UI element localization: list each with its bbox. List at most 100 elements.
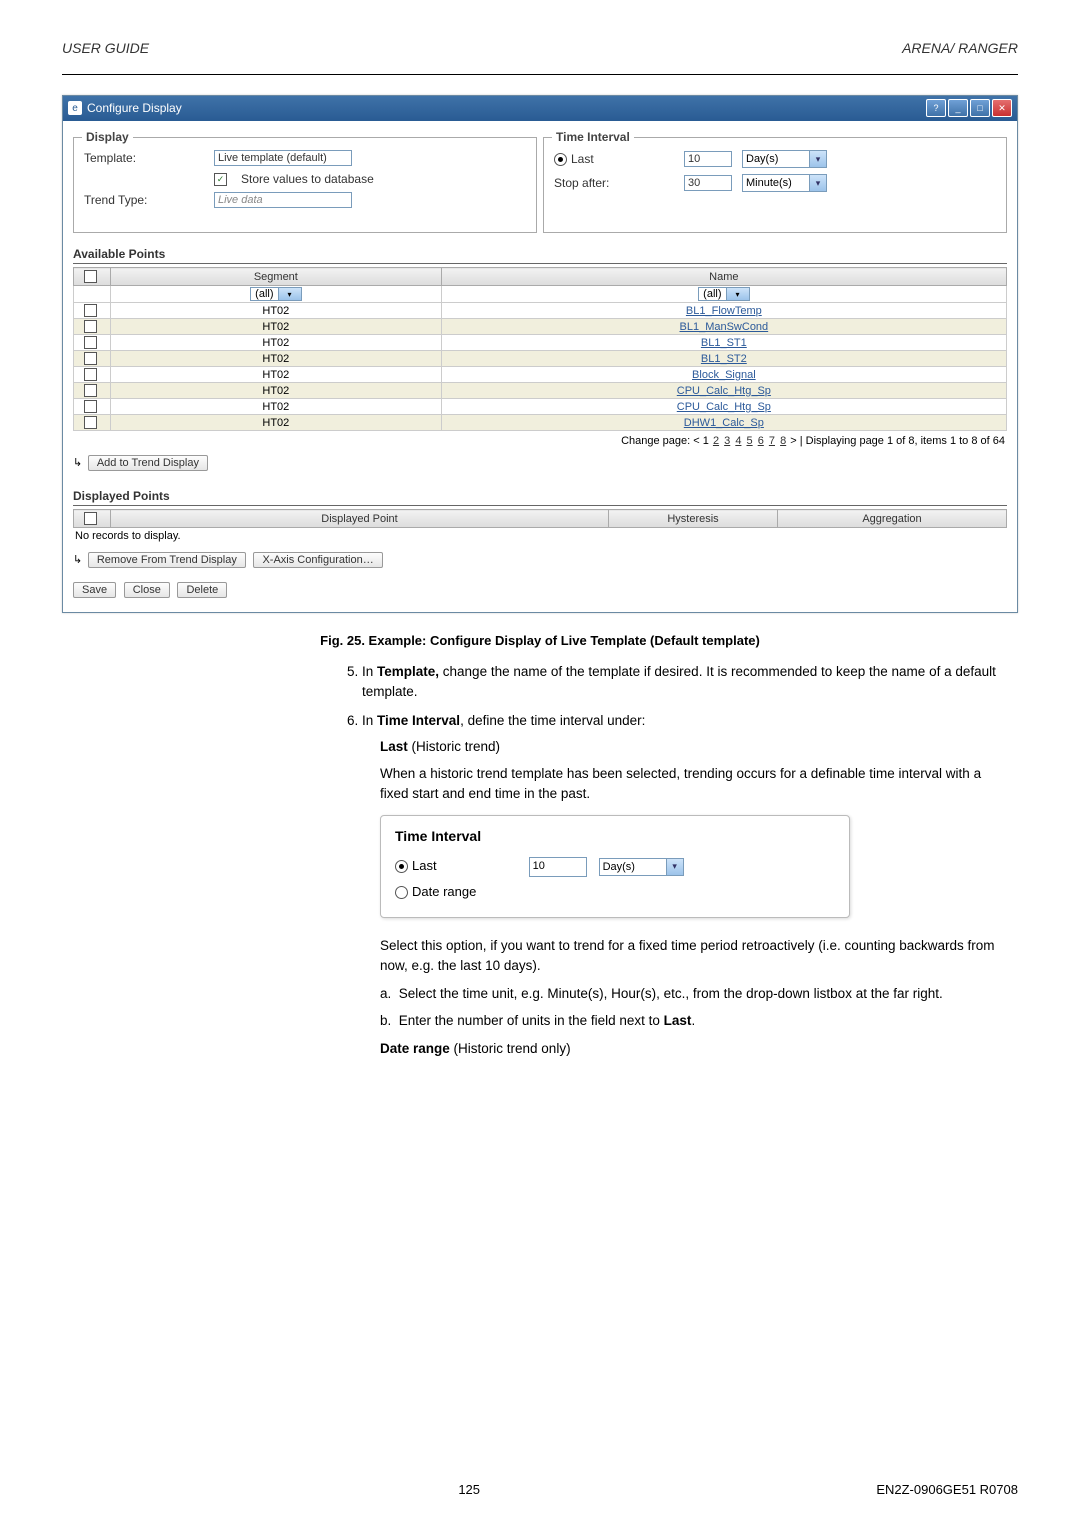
- stop-unit-value[interactable]: [743, 176, 809, 190]
- no-records-text: No records to display.: [73, 528, 1007, 548]
- mini-unit-value[interactable]: [600, 860, 666, 874]
- time-interval-section: Time Interval Last 10 ▾ Stop afte: [543, 137, 1007, 233]
- stop-unit-dropdown[interactable]: ▾: [742, 174, 827, 192]
- name-cell[interactable]: BL1_ST2: [441, 351, 1006, 367]
- store-label: Store values to database: [241, 172, 374, 186]
- segment-cell: HT02: [111, 399, 442, 415]
- page-number: 125: [458, 1482, 480, 1497]
- col-aggregation[interactable]: Aggregation: [778, 510, 1007, 528]
- last-unit-dropdown[interactable]: ▾: [742, 150, 827, 168]
- mini-last-input[interactable]: 10: [529, 857, 587, 877]
- segment-cell: HT02: [111, 319, 442, 335]
- save-button[interactable]: Save: [73, 582, 116, 598]
- table-row[interactable]: HT02CPU_Calc_Htg_Sp: [74, 383, 1007, 399]
- trend-type-label: Trend Type:: [84, 193, 204, 207]
- step-5: In Template, change the name of the temp…: [362, 662, 998, 701]
- store-checkbox[interactable]: [214, 173, 227, 186]
- time-heading: Time Interval: [552, 130, 634, 144]
- document-body: In Template, change the name of the temp…: [362, 662, 998, 1058]
- last-value-input[interactable]: 10: [684, 151, 732, 167]
- segment-filter-dropdown[interactable]: (all)▾: [250, 287, 301, 301]
- remove-from-trend-button[interactable]: Remove From Trend Display: [88, 552, 246, 568]
- page-link[interactable]: 5: [747, 435, 753, 447]
- last-label: Last: [571, 152, 594, 166]
- substep-a: a. Select the time unit, e.g. Minute(s),…: [380, 984, 998, 1004]
- doc-id: EN2Z-0906GE51 R0708: [876, 1482, 1018, 1497]
- col-displayed-point[interactable]: Displayed Point: [111, 510, 609, 528]
- window-title: Configure Display: [87, 101, 182, 115]
- segment-cell: HT02: [111, 351, 442, 367]
- figure-caption: Fig. 25. Example: Configure Display of L…: [62, 633, 1018, 648]
- row-checkbox[interactable]: [84, 352, 97, 365]
- name-cell[interactable]: Block_Signal: [441, 367, 1006, 383]
- last-radio[interactable]: [554, 153, 567, 166]
- table-row[interactable]: HT02BL1_FlowTemp: [74, 303, 1007, 319]
- name-cell[interactable]: CPU_Calc_Htg_Sp: [441, 383, 1006, 399]
- name-cell[interactable]: CPU_Calc_Htg_Sp: [441, 399, 1006, 415]
- row-checkbox[interactable]: [84, 368, 97, 381]
- table-row[interactable]: HT02Block_Signal: [74, 367, 1007, 383]
- step-6: In Time Interval, define the time interv…: [362, 711, 998, 1058]
- page-link[interactable]: 8: [780, 435, 786, 447]
- name-cell[interactable]: BL1_FlowTemp: [441, 303, 1006, 319]
- page-link[interactable]: 4: [735, 435, 741, 447]
- paging-bar: Change page: < 1 2 3 4 5 6 7 8 > | Displ…: [73, 431, 1007, 451]
- delete-button[interactable]: Delete: [177, 582, 227, 598]
- display-heading: Display: [82, 130, 133, 144]
- col-segment[interactable]: Segment: [111, 268, 442, 286]
- row-checkbox[interactable]: [84, 384, 97, 397]
- segment-cell: HT02: [111, 415, 442, 431]
- mini-unit-dropdown[interactable]: ▾: [599, 858, 684, 876]
- row-checkbox[interactable]: [84, 304, 97, 317]
- name-cell[interactable]: DHW1_Calc_Sp: [441, 415, 1006, 431]
- template-label: Template:: [84, 151, 204, 165]
- xaxis-config-button[interactable]: X-Axis Configuration…: [253, 552, 382, 568]
- row-checkbox[interactable]: [84, 400, 97, 413]
- chevron-down-icon: ▾: [809, 175, 826, 191]
- mini-daterange-radio[interactable]: [395, 886, 408, 899]
- displayed-points-table: Displayed Point Hysteresis Aggregation: [73, 509, 1007, 528]
- add-to-trend-button[interactable]: Add to Trend Display: [88, 455, 208, 471]
- available-points-heading: Available Points: [73, 247, 1007, 264]
- col-hysteresis[interactable]: Hysteresis: [609, 510, 778, 528]
- row-checkbox[interactable]: [84, 336, 97, 349]
- name-filter-dropdown[interactable]: (all)▾: [698, 287, 749, 301]
- header-right: ARENA/ RANGER: [902, 40, 1018, 56]
- name-cell[interactable]: BL1_ManSwCond: [441, 319, 1006, 335]
- row-checkbox[interactable]: [84, 320, 97, 333]
- template-input[interactable]: Live template (default): [214, 150, 352, 166]
- available-points-table: Segment Name (all)▾ (all)▾ HT02BL1_FlowT…: [73, 267, 1007, 431]
- last-unit-value[interactable]: [743, 152, 809, 166]
- table-row[interactable]: HT02BL1_ST2: [74, 351, 1007, 367]
- select-all-displayed-checkbox[interactable]: [84, 512, 97, 525]
- displayed-points-heading: Displayed Points: [73, 489, 1007, 506]
- table-row[interactable]: HT02DHW1_Calc_Sp: [74, 415, 1007, 431]
- stop-after-label: Stop after:: [554, 176, 674, 190]
- select-all-checkbox[interactable]: [84, 270, 97, 283]
- close-button[interactable]: ✕: [992, 99, 1012, 117]
- page-link[interactable]: 7: [769, 435, 775, 447]
- close-window-button[interactable]: Close: [124, 582, 170, 598]
- pointer-icon: ↳: [73, 554, 82, 566]
- segment-cell: HT02: [111, 383, 442, 399]
- minimize-button[interactable]: _: [948, 99, 968, 117]
- help-button[interactable]: ?: [926, 99, 946, 117]
- col-name[interactable]: Name: [441, 268, 1006, 286]
- page-link[interactable]: 6: [758, 435, 764, 447]
- browser-icon: e: [68, 101, 82, 115]
- page-link[interactable]: 2: [713, 435, 719, 447]
- titlebar: e Configure Display ? _ □ ✕: [63, 96, 1017, 121]
- table-row[interactable]: HT02BL1_ManSwCond: [74, 319, 1007, 335]
- segment-cell: HT02: [111, 303, 442, 319]
- row-checkbox[interactable]: [84, 416, 97, 429]
- name-cell[interactable]: BL1_ST1: [441, 335, 1006, 351]
- mini-last-radio[interactable]: [395, 860, 408, 873]
- stop-value-input[interactable]: 30: [684, 175, 732, 191]
- table-row[interactable]: HT02BL1_ST1: [74, 335, 1007, 351]
- header-left: USER GUIDE: [62, 40, 149, 56]
- mini-title: Time Interval: [395, 826, 835, 846]
- maximize-button[interactable]: □: [970, 99, 990, 117]
- page-link[interactable]: 3: [724, 435, 730, 447]
- trend-type-value: Live data: [214, 192, 352, 208]
- table-row[interactable]: HT02CPU_Calc_Htg_Sp: [74, 399, 1007, 415]
